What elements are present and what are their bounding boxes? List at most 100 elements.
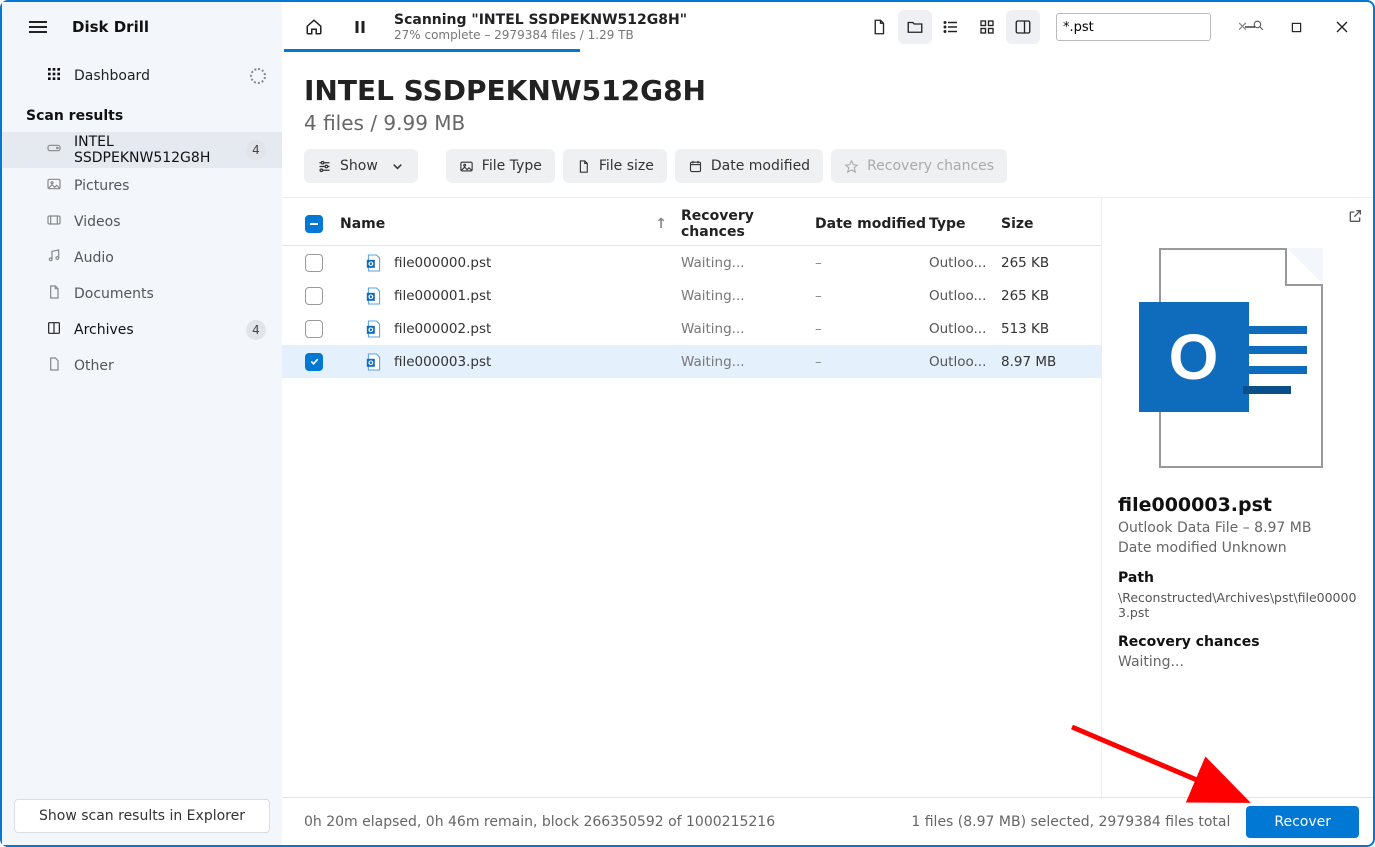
table-row[interactable]: Ofile000002.pstWaiting...–Outloo...513 K…	[282, 312, 1101, 345]
recovery-chances-filter-button: Recovery chances	[831, 149, 1007, 183]
sidebar-dashboard[interactable]: Dashboard	[2, 58, 282, 94]
details-typeline: Outlook Data File – 8.97 MB	[1118, 520, 1363, 536]
svg-text:O: O	[368, 260, 374, 268]
page-title: INTEL SSDPEKNW512G8H	[304, 74, 1351, 107]
col-recovery-header[interactable]: Recovery chances	[681, 208, 815, 240]
show-filter-button[interactable]: Show	[304, 149, 418, 183]
select-all-checkbox[interactable]	[305, 215, 323, 233]
row-checkbox[interactable]	[305, 287, 323, 305]
cell-recovery: Waiting...	[681, 288, 815, 304]
cell-type: Outloo...	[929, 321, 1001, 337]
file-type-filter-button[interactable]: File Type	[446, 149, 555, 183]
sidebar-item-videos[interactable]: Videos	[2, 204, 282, 240]
status-bar: 0h 20m elapsed, 0h 46m remain, block 266…	[282, 797, 1373, 845]
sidebar-item-drive[interactable]: INTEL SSDPEKNW512G8H 4	[2, 132, 282, 168]
svg-text:O: O	[368, 359, 374, 367]
cell-size: 8.97 MB	[1001, 354, 1091, 370]
sidebar-item-documents[interactable]: Documents	[2, 276, 282, 312]
col-date-header[interactable]: Date modified	[815, 216, 929, 232]
scan-subline: 27% complete – 2979384 files / 1.29 TB	[394, 28, 687, 42]
star-icon	[844, 159, 859, 174]
col-name-header[interactable]: Name↑	[336, 216, 681, 232]
file-table: Name↑ Recovery chances Date modified Typ…	[282, 198, 1101, 797]
status-selection: 1 files (8.97 MB) selected, 2979384 file…	[911, 814, 1230, 830]
view-panel-icon[interactable]	[1006, 10, 1040, 44]
status-elapsed: 0h 20m elapsed, 0h 46m remain, block 266…	[304, 814, 775, 830]
filter-bar: Show File Type File size Date modified R…	[282, 149, 1373, 197]
table-row[interactable]: Ofile000003.pst Waiting...–Outloo...8.97 …	[282, 345, 1101, 378]
cell-type: Outloo...	[929, 288, 1001, 304]
archives-icon	[46, 320, 62, 340]
documents-icon	[46, 284, 62, 304]
page-subtitle: 4 files / 9.99 MB	[304, 111, 1351, 135]
date-modified-filter-button[interactable]: Date modified	[675, 149, 823, 183]
chevron-down-icon	[390, 159, 405, 174]
view-folder-icon[interactable]	[898, 10, 932, 44]
file-size-filter-button[interactable]: File size	[563, 149, 667, 183]
sidebar-item-label: Videos	[74, 214, 121, 230]
details-dateline: Date modified Unknown	[1118, 540, 1363, 556]
filter-label: File size	[599, 158, 654, 174]
menu-button[interactable]	[18, 7, 58, 47]
window-controls	[1227, 11, 1365, 43]
pst-file-icon: O	[366, 320, 382, 338]
show-in-explorer-button[interactable]: Show scan results in Explorer	[14, 799, 270, 833]
file-name: file000003.pst	[394, 354, 491, 370]
main-area: INTEL SSDPEKNW512G8H 4 files / 9.99 MB S…	[282, 52, 1373, 845]
svg-text:O: O	[368, 293, 374, 301]
col-size-header[interactable]: Size	[1001, 216, 1091, 232]
details-rc-label: Recovery chances	[1118, 634, 1363, 650]
details-panel: O file000003.pst Outlook Data File – 8.9…	[1101, 198, 1373, 797]
minimize-button[interactable]	[1227, 11, 1273, 43]
view-grid-icon[interactable]	[970, 10, 1004, 44]
pst-file-icon: O	[366, 287, 382, 305]
sidebar-item-audio[interactable]: Audio	[2, 240, 282, 276]
row-checkbox[interactable]	[305, 254, 323, 272]
popout-icon[interactable]	[1347, 208, 1363, 228]
videos-icon	[46, 212, 62, 232]
close-button[interactable]	[1319, 11, 1365, 43]
filter-label: File Type	[482, 158, 542, 174]
row-checkbox[interactable]	[305, 353, 323, 371]
sidebar-item-label: Pictures	[74, 178, 129, 194]
outlook-file-icon: O	[1159, 248, 1323, 468]
brand-area: Disk Drill	[2, 2, 282, 52]
audio-icon	[46, 248, 62, 268]
cell-date: –	[815, 354, 929, 370]
file-name: file000001.pst	[394, 288, 491, 304]
cell-type: Outloo...	[929, 354, 1001, 370]
file-name: file000000.pst	[394, 255, 491, 271]
sidebar-item-label: Documents	[74, 286, 154, 302]
sidebar-item-archives[interactable]: Archives 4	[2, 312, 282, 348]
filter-label: Recovery chances	[867, 158, 994, 174]
table-row[interactable]: Ofile000001.pstWaiting...–Outloo...265 K…	[282, 279, 1101, 312]
app-brand: Disk Drill	[72, 18, 149, 36]
recover-button[interactable]: Recover	[1246, 806, 1359, 838]
filter-label: Show	[340, 158, 378, 174]
sidebar-item-other[interactable]: Other	[2, 348, 282, 384]
pause-button[interactable]	[340, 7, 380, 47]
image-icon	[459, 159, 474, 174]
cell-recovery: Waiting...	[681, 354, 815, 370]
scan-progress-bar	[284, 49, 580, 52]
count-badge: 4	[246, 140, 266, 160]
view-file-icon[interactable]	[862, 10, 896, 44]
scan-title: Scanning "INTEL SSDPEKNW512G8H"	[394, 12, 687, 28]
file-icon	[576, 159, 591, 174]
home-button[interactable]	[294, 7, 334, 47]
row-checkbox[interactable]	[305, 320, 323, 338]
cell-recovery: Waiting...	[681, 255, 815, 271]
sidebar-item-pictures[interactable]: Pictures	[2, 168, 282, 204]
col-type-header[interactable]: Type	[929, 216, 1001, 232]
svg-text:O: O	[368, 326, 374, 334]
table-row[interactable]: Ofile000000.pstWaiting...–Outloo...265 K…	[282, 246, 1101, 279]
file-name: file000002.pst	[394, 321, 491, 337]
sliders-icon	[317, 159, 332, 174]
view-list-icon[interactable]	[934, 10, 968, 44]
search-input[interactable]	[1063, 20, 1233, 35]
scan-info: Scanning "INTEL SSDPEKNW512G8H" 27% comp…	[394, 12, 687, 42]
drive-icon	[46, 140, 62, 160]
search-box[interactable]: ✕	[1056, 13, 1211, 41]
maximize-button[interactable]	[1273, 11, 1319, 43]
filter-label: Date modified	[711, 158, 810, 174]
